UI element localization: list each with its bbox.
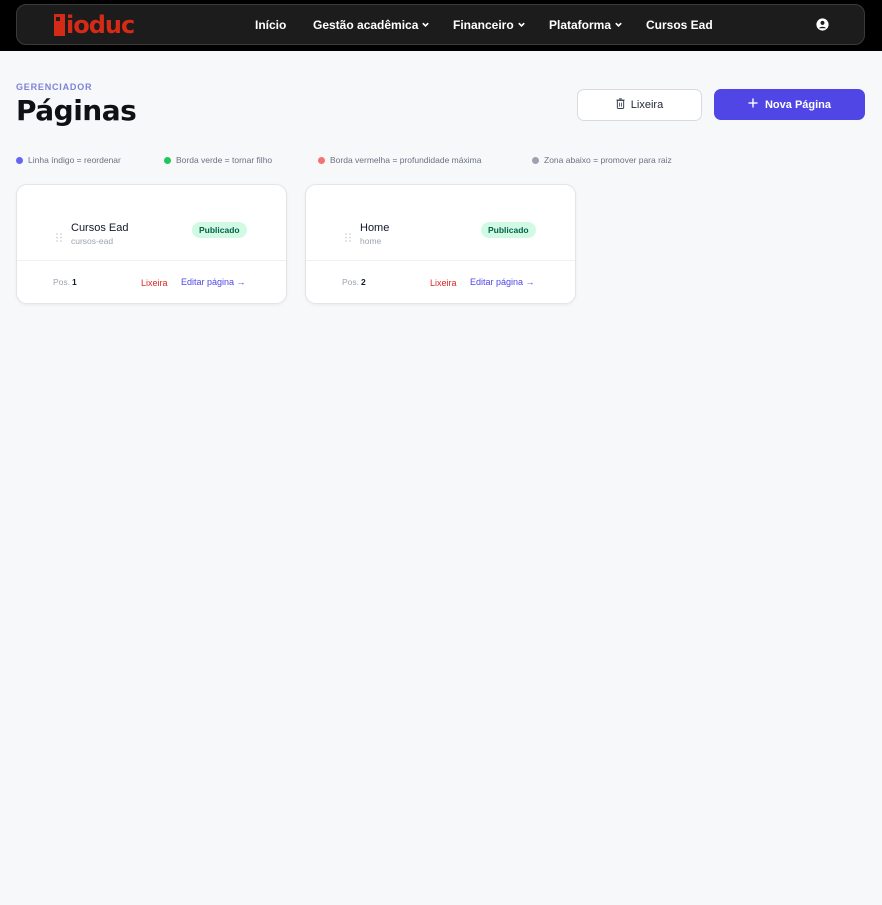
card-divider [306, 260, 575, 261]
legend-dot-icon [532, 156, 539, 164]
drag-handle-icon[interactable] [56, 229, 62, 242]
nav-label: Início [255, 17, 287, 32]
brand-logo[interactable]: ioduc [54, 11, 135, 39]
drag-handle-icon[interactable] [345, 229, 351, 242]
trash-icon [616, 98, 625, 112]
page-position: Pos. 2 [342, 277, 366, 287]
position-label: Pos. [342, 277, 360, 287]
move-to-trash-link[interactable]: Lixeira [141, 278, 168, 288]
nav-item-financeiro[interactable]: Financeiro [453, 5, 526, 44]
legend-label: Zona abaixo = promover para raiz [544, 155, 672, 165]
page-position: Pos. 1 [53, 277, 77, 287]
legend-item-max-depth: Borda vermelha = profundidade máxima [318, 154, 481, 166]
legend-label: Borda verde = tornar filho [176, 155, 273, 165]
nav-label: Cursos Ead [646, 17, 713, 32]
trash-button[interactable]: Lixeira [577, 89, 702, 121]
nav-label: Plataforma [549, 17, 612, 32]
nav-item-cursos-ead[interactable]: Cursos Ead [646, 5, 713, 44]
position-label: Pos. [53, 277, 71, 287]
legend-item-reorder: Linha índigo = reordenar [16, 154, 121, 166]
new-page-button[interactable]: Nova Página [714, 89, 865, 120]
status-badge: Publicado [481, 222, 536, 238]
legend-item-child: Borda verde = tornar filho [164, 154, 272, 166]
logo-text: ioduc [66, 11, 135, 39]
card-divider [17, 260, 286, 261]
chevron-down-icon [614, 20, 623, 29]
page-card[interactable]: Cursos Ead cursos-ead Publicado Pos. 1 Li… [16, 184, 287, 304]
user-account-icon[interactable] [816, 18, 829, 31]
top-navbar: ioduc Início Gestão acadêmica Financeiro… [16, 4, 865, 45]
page-name: Cursos Ead [71, 222, 129, 234]
page-title: Páginas [16, 94, 137, 127]
status-badge: Publicado [192, 222, 247, 238]
nav-label: Financeiro [453, 17, 514, 32]
chevron-down-icon [421, 20, 430, 29]
chevron-down-icon [517, 20, 526, 29]
legend-label: Linha índigo = reordenar [28, 155, 121, 165]
position-value: 2 [361, 277, 366, 287]
nav-item-plataforma[interactable]: Plataforma [549, 5, 623, 44]
edit-page-link[interactable]: Editar página → [181, 277, 246, 287]
page-name: Home [360, 222, 390, 234]
nav-item-gestao-academica[interactable]: Gestão acadêmica [313, 5, 430, 44]
move-to-trash-link[interactable]: Lixeira [430, 278, 457, 288]
position-value: 1 [72, 277, 77, 287]
page-eyebrow: GERENCIADOR [16, 82, 93, 92]
legend-dot-icon [164, 156, 171, 164]
nav-label: Gestão acadêmica [313, 17, 419, 32]
nav-item-inicio[interactable]: Início [255, 5, 286, 44]
legend-dot-icon [16, 156, 23, 164]
page-slug: cursos-ead [71, 236, 114, 246]
page-slug: home [360, 236, 382, 246]
logo-mark-icon [54, 14, 65, 36]
legend-label: Borda vermelha = profundidade máxima [330, 155, 482, 165]
legend-dot-icon [318, 156, 325, 164]
page-card[interactable]: Home home Publicado Pos. 2 Lixeira Editar… [305, 184, 576, 304]
top-bar-background: ioduc Início Gestão acadêmica Financeiro… [0, 0, 882, 51]
edit-page-link[interactable]: Editar página → [470, 277, 535, 287]
plus-icon [748, 98, 758, 111]
trash-button-label: Lixeira [630, 99, 664, 111]
legend-item-promote-root: Zona abaixo = promover para raiz [532, 154, 672, 166]
new-page-button-label: Nova Página [764, 98, 832, 111]
